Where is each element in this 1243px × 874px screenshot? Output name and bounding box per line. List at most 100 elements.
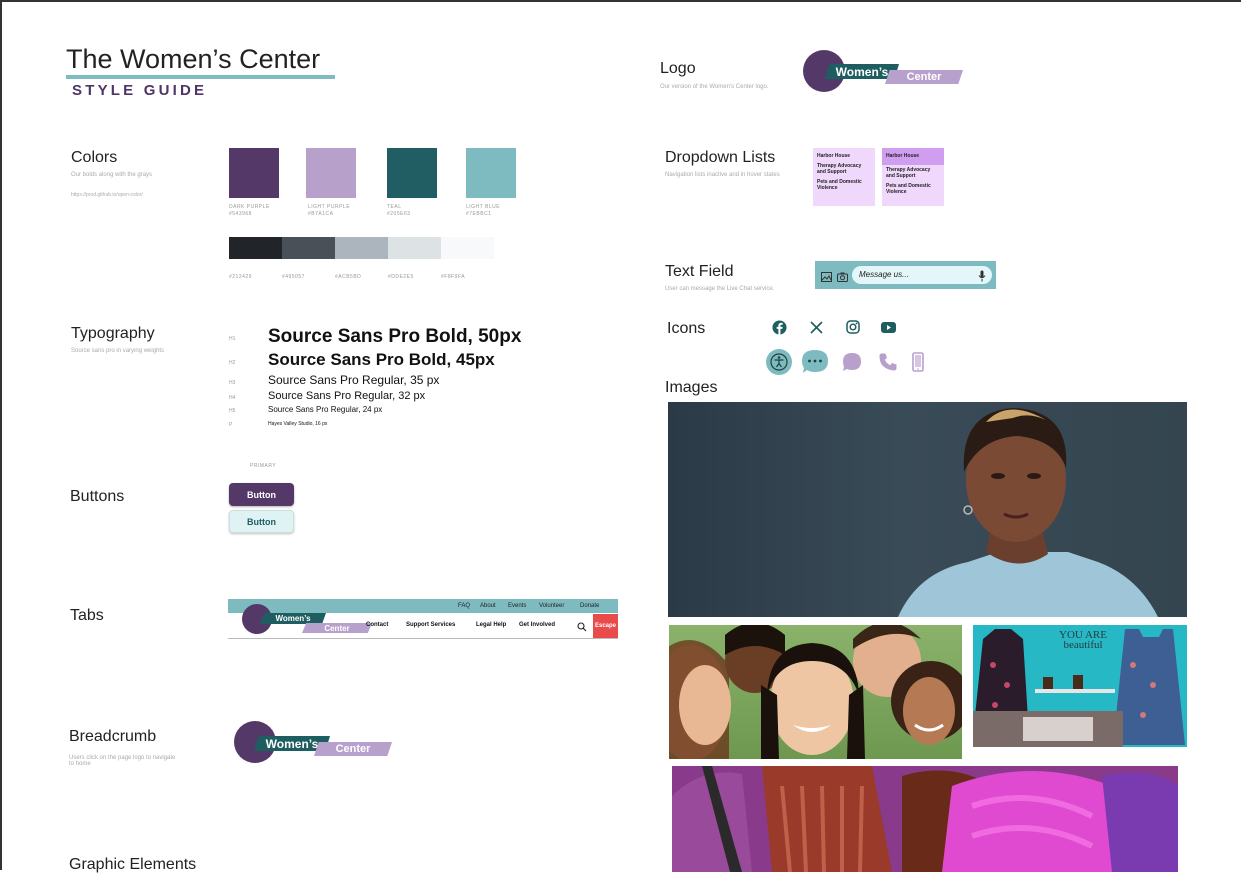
dropdown-heading: Dropdown Lists: [665, 149, 776, 166]
gray-hex: #F8F9FA: [441, 274, 466, 280]
phone-icon[interactable]: [877, 351, 899, 373]
type-sample-h3: Source Sans Pro Regular, 35 px: [268, 373, 440, 387]
dropdown-inactive[interactable]: Harbor House Therapy Advocacy and Suppor…: [813, 148, 875, 206]
swatch-hex: #B7A1CA: [308, 211, 334, 217]
textfield-heading: Text Field: [665, 263, 734, 280]
type-tag: H2: [229, 360, 236, 366]
colors-heading: Colors: [71, 149, 118, 166]
microphone-icon[interactable]: [978, 269, 986, 287]
type-tag: P: [229, 422, 233, 428]
nav-bar-sample: FAQ About Events Volunteer Donate Women’…: [228, 599, 618, 639]
accessibility-icon[interactable]: [766, 349, 792, 375]
chat-bubble-icon[interactable]: [801, 349, 829, 375]
gray-swatch-1: [229, 237, 282, 259]
instagram-icon[interactable]: [845, 319, 861, 335]
buttons-primary-label: PRIMARY: [250, 463, 277, 469]
colors-desc: Our bolds along with the grays: [71, 172, 153, 178]
logo-word-center: Center: [314, 742, 392, 756]
search-icon[interactable]: [577, 619, 587, 637]
tab-contact[interactable]: Contact: [366, 622, 388, 628]
nav-link-volunteer[interactable]: Volunteer: [539, 603, 564, 609]
youtube-icon[interactable]: [880, 320, 896, 334]
secondary-button[interactable]: Button: [229, 510, 294, 533]
swatch-hex: #7EBBC1: [466, 211, 492, 217]
gray-swatch-4: [388, 237, 441, 259]
nav-logo[interactable]: Women’s Center: [242, 604, 372, 636]
icons-heading: Icons: [667, 320, 706, 337]
buttons-heading: Buttons: [70, 488, 125, 505]
facebook-icon[interactable]: [771, 319, 787, 335]
gray-swatch-5: [441, 237, 494, 259]
swatch-light-blue: [466, 148, 516, 198]
type-sample-p: Hayes Valley Studio, 16 px: [268, 421, 328, 427]
type-sample-h1: Source Sans Pro Bold, 50px: [268, 326, 522, 347]
main-logo: Women’s Center: [803, 50, 965, 94]
tabs-heading: Tabs: [70, 607, 104, 624]
logo-desc: Our version of the Women’s Center logo.: [660, 84, 769, 90]
dropdown-item[interactable]: Harbor House: [813, 148, 875, 161]
type-tag: H4: [229, 395, 236, 401]
gray-hex: #212429: [229, 274, 252, 280]
logo-heading: Logo: [660, 60, 696, 77]
message-placeholder: Message us...: [859, 270, 909, 279]
nav-link-donate[interactable]: Donate: [580, 603, 599, 609]
dropdown-item[interactable]: Therapy Advocacy and Support: [882, 165, 944, 181]
gray-swatch-2: [282, 237, 335, 259]
type-tag: H1: [229, 336, 236, 342]
escape-button[interactable]: Escape: [593, 614, 618, 638]
swatch-label: LIGHT BLUE: [466, 204, 501, 210]
dropdown-item[interactable]: Therapy Advocacy and Support: [813, 161, 875, 177]
dropdown-hover[interactable]: Harbor House Therapy Advocacy and Suppor…: [882, 148, 944, 206]
x-twitter-icon[interactable]: [808, 319, 824, 335]
type-tag: H3: [229, 380, 236, 386]
boutique-image: YOU ARE beautiful: [973, 625, 1187, 747]
gray-swatch-3: [335, 237, 388, 259]
swatch-label: DARK PURPLE: [229, 204, 270, 210]
gray-hex: #ACB5BD: [335, 274, 362, 280]
images-heading: Images: [665, 379, 718, 396]
page-subtitle: STYLE GUIDE: [72, 82, 208, 99]
logo-word-womens: Women’s: [260, 613, 326, 624]
swatch-teal: [387, 148, 437, 198]
message-icon[interactable]: [841, 351, 863, 373]
colorful-jackets-image: [672, 766, 1178, 872]
tab-support-services[interactable]: Support Services: [406, 622, 455, 628]
swatch-label: LIGHT PURPLE: [308, 204, 351, 210]
breadcrumb-heading: Breadcrumb: [69, 728, 157, 745]
camera-icon[interactable]: [837, 269, 848, 287]
type-sample-h5: Source Sans Pro Regular, 24 px: [268, 405, 383, 414]
dropdown-item-hover[interactable]: Harbor House: [882, 148, 944, 165]
swatch-light-purple: [306, 148, 356, 198]
mobile-phone-icon[interactable]: [911, 351, 925, 373]
gray-hex: #DDE2E5: [388, 274, 414, 280]
tab-legal-help[interactable]: Legal Help: [476, 622, 506, 628]
tab-get-involved[interactable]: Get Involved: [519, 622, 555, 628]
logo-word-center: Center: [885, 70, 963, 84]
chat-field: Message us...: [815, 261, 996, 289]
dropdown-item[interactable]: Pets and Domestic Violence: [813, 177, 875, 193]
primary-button[interactable]: Button: [229, 483, 294, 506]
colors-link[interactable]: https://prod.github.io/open-color/: [71, 192, 143, 198]
swatch-hex: #543968: [229, 211, 252, 217]
type-sample-h4: Source Sans Pro Regular, 32 px: [268, 390, 426, 402]
textfield-desc: User can message the Live Chat service.: [665, 286, 775, 292]
gray-hex: #495057: [282, 274, 305, 280]
logo-word-center: Center: [302, 623, 372, 633]
typography-heading: Typography: [71, 325, 155, 342]
nav-link-events[interactable]: Events: [508, 603, 526, 609]
dropdown-item[interactable]: Pets and Domestic Violence: [882, 181, 944, 197]
swatch-hex: #205E63: [387, 211, 411, 217]
typography-desc: Source sans pro in varying weights: [71, 348, 165, 354]
page-title: The Women’s Center: [66, 44, 321, 74]
image-icon[interactable]: [821, 269, 832, 287]
graphic-elements-heading: Graphic Elements: [69, 856, 197, 873]
type-sample-h2: Source Sans Pro Bold, 45px: [268, 350, 495, 369]
dropdown-desc: Navigation lists inactive and in hover s…: [665, 172, 780, 178]
nav-link-faq[interactable]: FAQ: [458, 603, 470, 609]
type-tag: H5: [229, 408, 236, 414]
portrait-image: [668, 402, 1187, 617]
breadcrumb-logo[interactable]: Women’s Center: [234, 721, 394, 765]
swatch-label: TEAL: [387, 204, 402, 210]
nav-link-about[interactable]: About: [480, 603, 496, 609]
message-input[interactable]: Message us...: [852, 266, 992, 284]
